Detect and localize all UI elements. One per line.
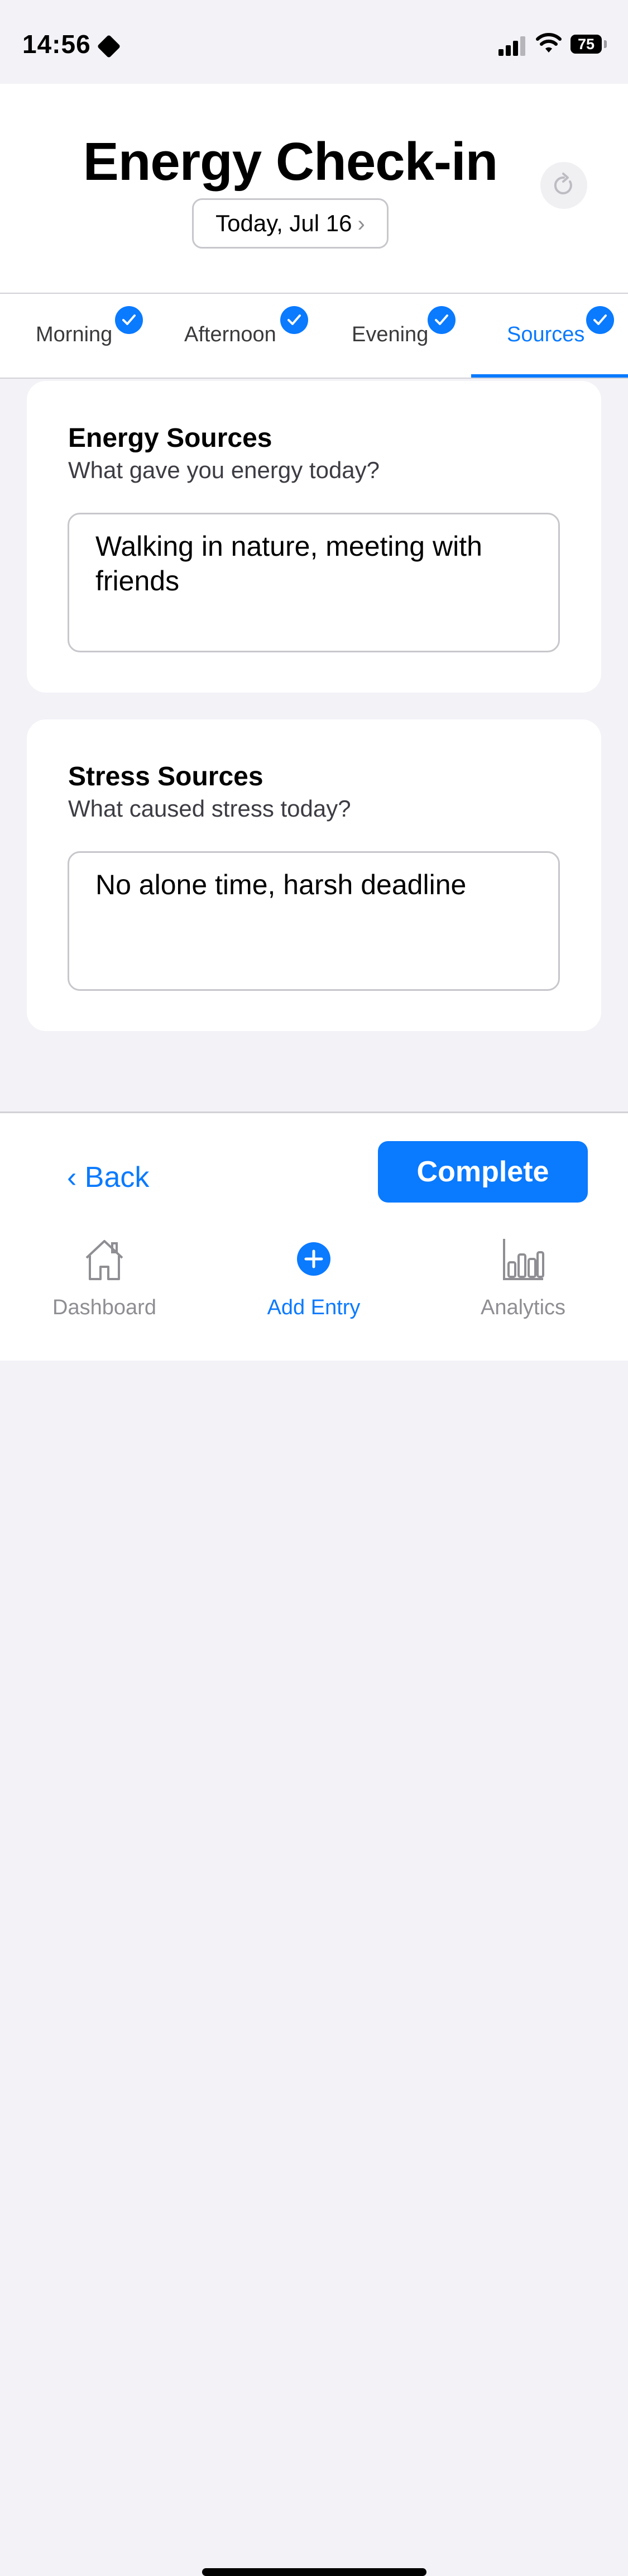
action-bar: ‹ Back Complete <box>0 1112 628 1232</box>
energy-sources-value: Walking in nature, meeting with friends <box>95 531 482 597</box>
tab-label: Morning <box>36 323 113 346</box>
tab-sources[interactable]: Sources <box>471 294 628 378</box>
stress-sources-value: No alone time, harsh deadline <box>95 869 467 900</box>
tab-evening[interactable]: Evening <box>329 294 471 378</box>
date-label: Today, Jul 16 <box>215 210 352 236</box>
bar-chart-icon <box>503 1239 544 1280</box>
energy-sources-input[interactable]: Walking in nature, meeting with friends <box>68 513 560 652</box>
stress-sources-input[interactable]: No alone time, harsh deadline <box>68 851 560 991</box>
location-indicator-icon <box>97 34 121 59</box>
status-time: 14:56 <box>22 30 91 59</box>
checkmark-icon <box>280 306 308 334</box>
page-title: Energy Check-in <box>83 132 498 192</box>
card-title: Stress Sources <box>68 762 263 791</box>
tab-add-entry[interactable]: Add Entry <box>230 1230 397 1342</box>
active-tab-indicator <box>471 374 628 378</box>
card-subtitle: What caused stress today? <box>68 795 351 822</box>
bottom-tab-bar: Dashboard Add Entry Analytics <box>0 1230 628 2576</box>
card-title: Energy Sources <box>68 423 272 453</box>
card-subtitle: What gave you energy today? <box>68 457 380 483</box>
stress-sources-card: Stress Sources What caused stress today?… <box>27 719 601 1031</box>
energy-sources-card: Energy Sources What gave you energy toda… <box>27 381 601 693</box>
checkmark-icon <box>428 306 456 334</box>
header: Energy Check-in Today, Jul 16 › <box>0 84 628 294</box>
refresh-button[interactable] <box>540 162 587 209</box>
plus-circle-icon <box>297 1242 330 1276</box>
tab-afternoon[interactable]: Afternoon <box>162 294 318 378</box>
tab-analytics[interactable]: Analytics <box>439 1230 607 1342</box>
tab-label: Analytics <box>480 1296 566 1319</box>
battery-level: 75 <box>571 35 602 54</box>
tab-label: Afternoon <box>184 323 276 346</box>
status-bar: 14:56 75 <box>0 0 628 84</box>
tab-dashboard[interactable]: Dashboard <box>21 1230 188 1342</box>
complete-button[interactable]: Complete <box>378 1141 588 1203</box>
house-icon <box>85 1240 123 1280</box>
tab-morning[interactable]: Morning <box>0 294 151 378</box>
section-tabs: Morning Afternoon Evening Sources <box>0 294 628 379</box>
back-button[interactable]: ‹ Back <box>67 1161 149 1194</box>
cellular-signal-icon <box>498 34 526 56</box>
checkmark-icon <box>586 306 614 334</box>
home-indicator <box>202 2568 426 2576</box>
tab-label: Dashboard <box>52 1296 156 1319</box>
chevron-right-icon: › <box>357 212 365 236</box>
refresh-icon <box>554 173 572 194</box>
wifi-icon <box>536 33 562 53</box>
checkmark-icon <box>115 306 143 334</box>
tab-label: Add Entry <box>267 1296 361 1319</box>
tab-label: Sources <box>507 323 585 346</box>
date-selector-button[interactable]: Today, Jul 16 › <box>192 198 389 249</box>
battery-icon: 75 <box>571 35 607 55</box>
tab-label: Evening <box>352 323 429 346</box>
